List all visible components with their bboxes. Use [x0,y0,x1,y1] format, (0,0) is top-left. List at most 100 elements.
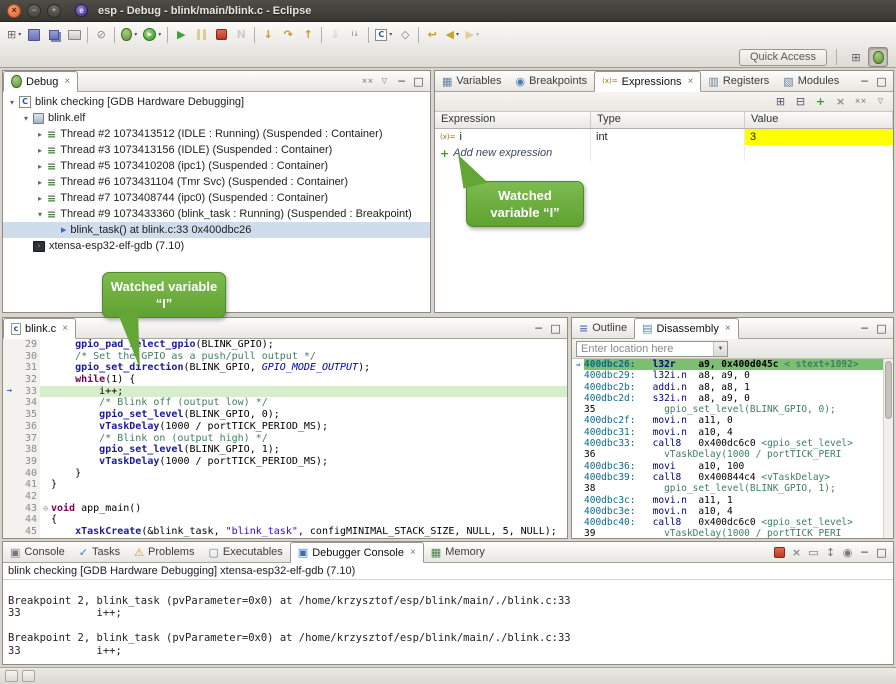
tab-memory[interactable]: ▦Memory [424,542,492,562]
debug-tree-item[interactable]: ›xtensa-esp32-elf-gdb (7.10) [3,238,430,254]
disassembly-line[interactable]: 39 vTaskDelay(1000 / portTICK_PERI [572,528,893,538]
debug-button[interactable]: ▾ [118,25,140,45]
code-line[interactable]: 37 /* Blink on (output high) */ [3,433,567,445]
tab-breakpoints[interactable]: ◉Breakpoints [508,71,594,91]
show-type-names-icon[interactable]: ⊞ [773,94,788,109]
suspend-button[interactable] [191,25,211,45]
column-header-value[interactable]: Value [745,112,893,128]
maximize-icon[interactable]: □ [411,74,426,89]
debug-tree-item[interactable]: ▾Cblink checking [GDB Hardware Debugging… [3,94,430,110]
disassembly-line[interactable]: 400dbc31: movi.n a10, 4 [572,427,893,438]
clear-console-icon[interactable]: ▭ [806,545,821,560]
terminate-button[interactable] [211,25,231,45]
scroll-lock-icon[interactable]: ↕ [823,545,838,560]
collapse-arrow-icon[interactable]: ▾ [6,98,18,107]
minimize-icon[interactable]: ─ [857,321,872,336]
back-button[interactable]: ◀▾ [442,25,462,45]
tab-outline[interactable]: ≡Outline [572,318,634,338]
fold-icon[interactable]: ⊖ [40,503,51,515]
expand-arrow-icon[interactable]: ▸ [34,194,46,203]
collapse-arrow-icon[interactable]: ▾ [20,114,32,123]
disassembly-listing[interactable]: →400dbc26: l32r a9, 0x400d045c < stext+1… [572,359,893,538]
window-maximize-button[interactable]: + [47,4,61,18]
new-c-project-button[interactable]: C▾ [372,25,395,45]
open-perspective-button[interactable]: ⊞ [846,47,866,67]
code-line[interactable]: 34 /* Blink off (output low) */ [3,397,567,409]
close-icon[interactable]: × [410,547,416,558]
debug-perspective-button[interactable] [868,47,888,67]
minimize-icon[interactable]: ─ [857,545,872,560]
debug-tree-item[interactable]: ▸≡Thread #7 1073408744 (ipc0) (Suspended… [3,190,430,206]
close-icon[interactable]: × [688,76,694,87]
code-line[interactable]: 35 gpio_set_level(BLINK_GPIO, 0); [3,409,567,421]
remove-launch-icon[interactable]: × [789,545,804,560]
tab-debugger-console[interactable]: ▣Debugger Console× [290,542,424,563]
code-line[interactable]: 29 gpio_pad_select_gpio(BLINK_GPIO); [3,339,567,351]
disassembly-line[interactable]: 400dbc2d: s32i.n a8, a9, 0 [572,393,893,404]
location-input[interactable]: Enter location here ▼ [576,341,728,357]
add-expression-row[interactable]: +Add new expression [435,145,893,161]
scrollbar-thumb[interactable] [885,361,892,419]
code-line[interactable]: 36 vTaskDelay(1000 / portTICK_PERIOD_MS)… [3,421,567,433]
debug-tree-item[interactable]: ▾≡Thread #9 1073433360 (blink_task : Run… [3,206,430,222]
expand-arrow-icon[interactable]: ▸ [34,162,46,171]
view-menu-icon[interactable]: ▽ [377,74,392,89]
close-icon[interactable]: × [62,323,68,334]
code-line[interactable]: 31 gpio_set_direction(BLINK_GPIO, GPIO_M… [3,362,567,374]
column-header-type[interactable]: Type [591,112,745,128]
code-editor[interactable]: 29 gpio_pad_select_gpio(BLINK_GPIO);30 /… [3,339,567,538]
expand-arrow-icon[interactable]: ▸ [34,178,46,187]
view-menu-icon[interactable]: ▽ [873,94,888,109]
minimize-icon[interactable]: ─ [857,74,872,89]
print-button[interactable] [64,25,84,45]
window-minimize-button[interactable]: − [27,4,41,18]
collapse-all-icon[interactable]: ⊟ [793,94,808,109]
remove-all-terminated-icon[interactable]: ×× [360,74,375,89]
forward-button[interactable]: ▶▾ [462,25,482,45]
tab-modules[interactable]: ▧Modules [776,71,846,91]
tab-debug[interactable]: Debug× [3,71,78,92]
debug-tree-item[interactable]: ▸≡Thread #3 1073413156 (IDLE) (Suspended… [3,142,430,158]
new-wizard-button[interactable]: ⊞▾ [4,25,24,45]
code-line[interactable]: 42 [3,491,567,503]
code-line[interactable]: 38 gpio_set_level(BLINK_GPIO, 1); [3,444,567,456]
run-button[interactable]: ▶▾ [140,25,164,45]
debug-tree-item[interactable]: ▶blink_task() at blink.c:33 0x400dbc26 [3,222,430,238]
debug-tree-item[interactable]: ▾blink.elf [3,110,430,126]
tab-expressions[interactable]: (x)=Expressions× [594,71,701,92]
debug-tree-item[interactable]: ▸≡Thread #5 1073410208 (ipc1) (Suspended… [3,158,430,174]
disassembly-line[interactable]: 400dbc3c: movi.n a11, 1 [572,495,893,506]
expand-arrow-icon[interactable]: ▸ [34,130,46,139]
code-line[interactable]: 30 /* Set the GPIO as a push/pull output… [3,351,567,363]
remove-all-expressions-icon[interactable]: ×× [853,94,868,109]
debug-tree-item[interactable]: ▸≡Thread #2 1073413512 (IDLE : Running) … [3,126,430,142]
collapse-arrow-icon[interactable]: ▾ [34,210,46,219]
disassembly-line[interactable]: 400dbc2b: addi.n a8, a8, 1 [572,382,893,393]
save-all-button[interactable] [44,25,64,45]
code-line[interactable]: 45 xTaskCreate(&blink_task, "blink_task"… [3,526,567,538]
maximize-icon[interactable]: □ [874,545,889,560]
disassembly-line[interactable]: 400dbc36: movi a10, 100 [572,461,893,472]
location-dropdown-icon[interactable]: ▼ [713,342,727,356]
column-header-expression[interactable]: Expression [435,112,591,128]
disassembly-line[interactable]: 400dbc3e: movi.n a10, 4 [572,506,893,517]
code-line[interactable]: 32 while(1) { [3,374,567,386]
resume-button[interactable]: ▶ [171,25,191,45]
terminate-icon[interactable] [772,545,787,560]
code-line[interactable]: 44{ [3,514,567,526]
tab-console[interactable]: ▣Console [3,542,72,562]
close-icon[interactable]: × [64,76,70,87]
code-line[interactable]: 41} [3,479,567,491]
tab-disassembly[interactable]: ▤Disassembly× [634,318,739,339]
disconnect-button[interactable]: N [231,25,251,45]
step-return-button[interactable]: ↑ [298,25,318,45]
tab-problems[interactable]: ⚠Problems [127,542,201,562]
tab-tasks[interactable]: ✓Tasks [72,542,127,562]
code-line[interactable]: →33 i++; [3,386,567,398]
maximize-icon[interactable]: □ [874,74,889,89]
disassembly-line[interactable]: 400dbc39: call8 0x400844c4 <vTaskDelay> [572,472,893,483]
console-output[interactable]: Breakpoint 2, blink_task (pvParameter=0x… [3,580,893,659]
disassembly-line[interactable]: 35 gpio_set_level(BLINK_GPIO, 0); [572,404,893,415]
debug-tree-item[interactable]: ▸≡Thread #6 1073431104 (Tmr Svc) (Suspen… [3,174,430,190]
code-line[interactable]: 39 vTaskDelay(1000 / portTICK_PERIOD_MS)… [3,456,567,468]
